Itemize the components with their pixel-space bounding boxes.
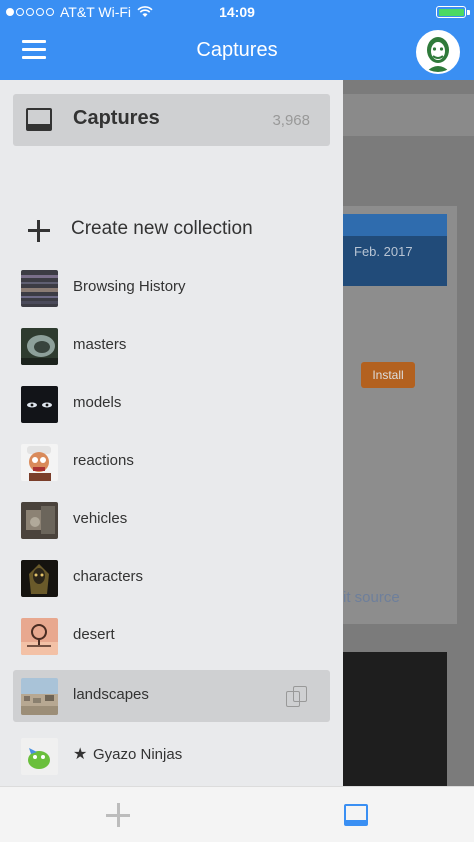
collection-label: vehicles [73,510,128,527]
collection-item-browsing-history[interactable]: Browsing History [0,262,343,314]
collection-label: characters [73,568,144,585]
plus-icon [28,220,50,242]
star-icon: ★ [73,746,88,763]
avatar-face-icon [418,32,458,72]
reactions-thumb [21,444,58,481]
add-capture-icon[interactable] [106,803,130,827]
background-dark-capture [343,652,447,786]
collection-item-vehicles[interactable]: vehicles [0,494,343,546]
landscapes-thumb [21,678,58,715]
collection-label: Browsing History [73,278,186,295]
captures-tab-icon[interactable] [344,804,368,826]
status-bar: AT&T Wi-Fi 14:09 [0,0,474,24]
collections-drawer: Captures 3,968 Create new collection Bro… [0,80,343,786]
vehicles-thumb [21,502,58,539]
background-search-bar [343,94,474,136]
collection-item-masters[interactable]: masters [0,320,343,372]
masters-thumb [21,328,58,365]
collection-item-landscapes[interactable]: landscapes [13,670,330,722]
nav-bar: Captures [0,24,474,80]
collection-label: landscapes [73,686,149,703]
tab-bar [0,786,474,842]
collection-label: desert [73,626,115,643]
battery-icon [436,6,470,18]
characters-thumb [21,560,58,597]
collection-label: reactions [73,452,134,469]
models-thumb [21,386,58,423]
collection-item-characters[interactable]: characters [0,552,343,604]
background-install-button: Install [361,362,415,388]
copy-icon[interactable] [286,686,308,708]
create-collection-button[interactable]: Create new collection [0,210,343,250]
collection-item-gyazo-ninjas[interactable]: ★ Gyazo Ninjas [0,730,343,782]
collection-item-models[interactable]: models [0,378,343,430]
create-collection-label: Create new collection [71,218,253,239]
avatar[interactable] [416,30,460,74]
page-title: Captures [196,39,278,61]
captures-row[interactable]: Captures 3,968 [13,94,330,146]
background-date: Feb. 2017 [354,244,413,259]
collection-item-reactions[interactable]: reactions [0,436,343,488]
captures-icon [26,108,52,131]
desert-thumb [21,618,58,655]
captures-count: 3,968 [272,112,310,129]
browsing-history-thumb [21,270,58,307]
background-source-link: it source [343,589,400,606]
captures-label: Captures [73,107,160,129]
collection-label: models [73,394,122,411]
collection-label: masters [73,336,127,353]
collection-item-desert[interactable]: desert [0,610,343,662]
gyazo-ninjas-thumb [21,738,58,775]
collection-label: Gyazo Ninjas [93,746,183,763]
clock: 14:09 [219,4,255,20]
